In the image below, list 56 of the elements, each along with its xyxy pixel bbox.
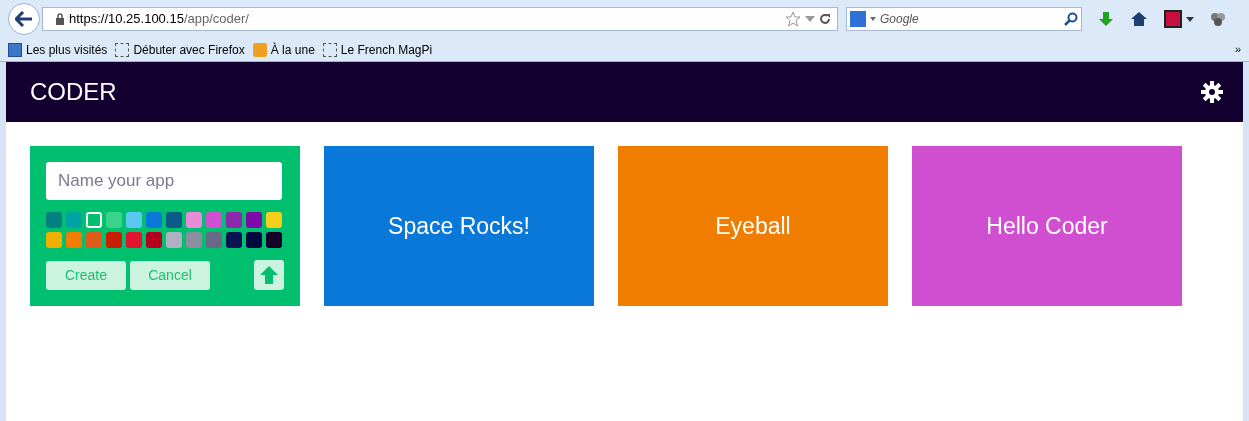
- back-button[interactable]: [8, 3, 40, 35]
- color-swatch[interactable]: [46, 212, 62, 228]
- color-swatch[interactable]: [206, 232, 222, 248]
- color-swatch[interactable]: [226, 212, 242, 228]
- color-swatch[interactable]: [66, 232, 82, 248]
- bookmarks-overflow-button[interactable]: »: [1234, 41, 1241, 58]
- color-swatch[interactable]: [46, 232, 62, 248]
- dropdown-icon[interactable]: [1186, 16, 1194, 22]
- page-icon: [115, 42, 130, 57]
- search-page-icon: [8, 42, 22, 57]
- color-swatch[interactable]: [166, 212, 182, 228]
- bookmark-link[interactable]: Le French MagPi: [340, 40, 433, 59]
- color-swatch[interactable]: [246, 212, 262, 228]
- extension-icon[interactable]: [1210, 11, 1226, 27]
- address-bar[interactable]: https://10.25.100.15/app/coder/: [42, 7, 838, 31]
- url-text: https://10.25.100.15/app/coder/: [69, 10, 249, 29]
- bookmark-link[interactable]: À la une: [270, 40, 315, 59]
- app-name-field[interactable]: Name your app: [46, 162, 282, 200]
- search-icon[interactable]: [1064, 12, 1078, 26]
- color-swatch[interactable]: [146, 212, 162, 228]
- color-swatch[interactable]: [266, 212, 282, 228]
- color-swatch[interactable]: [146, 232, 162, 248]
- search-field[interactable]: Google: [846, 7, 1082, 31]
- lock-icon: [55, 13, 65, 25]
- download-icon[interactable]: [1098, 11, 1114, 27]
- back-arrow-icon: [15, 11, 33, 27]
- search-input[interactable]: Google: [880, 10, 1060, 28]
- color-swatch[interactable]: [86, 232, 102, 248]
- color-swatch[interactable]: [186, 232, 202, 248]
- color-swatch[interactable]: [106, 212, 122, 228]
- color-swatch[interactable]: [226, 232, 242, 248]
- up-arrow-icon: [260, 266, 278, 284]
- color-swatch[interactable]: [266, 232, 282, 248]
- color-swatch[interactable]: [186, 212, 202, 228]
- color-swatch[interactable]: [126, 232, 142, 248]
- app-title: CODER: [30, 77, 117, 107]
- bookmark-link[interactable]: Les plus visités: [26, 40, 108, 59]
- app-tile[interactable]: Space Rocks!: [324, 146, 594, 306]
- star-icon[interactable]: [785, 11, 801, 27]
- app-tile[interactable]: Hello Coder: [912, 146, 1182, 306]
- google-icon: [850, 11, 866, 27]
- color-swatch[interactable]: [86, 212, 102, 228]
- color-swatch[interactable]: [166, 232, 182, 248]
- color-swatch[interactable]: [66, 212, 82, 228]
- color-swatch[interactable]: [246, 232, 262, 248]
- home-icon[interactable]: [1130, 11, 1148, 27]
- reload-icon[interactable]: [819, 13, 831, 25]
- page-icon: [322, 42, 337, 57]
- bookmark-link[interactable]: Débuter avec Firefox: [133, 40, 245, 59]
- dropdown-icon[interactable]: [870, 17, 876, 21]
- color-swatch[interactable]: [106, 232, 122, 248]
- upload-button[interactable]: [254, 260, 284, 290]
- settings-icon[interactable]: [1201, 81, 1223, 103]
- color-swatch[interactable]: [126, 212, 142, 228]
- rss-icon: [252, 42, 267, 57]
- color-swatch[interactable]: [206, 212, 222, 228]
